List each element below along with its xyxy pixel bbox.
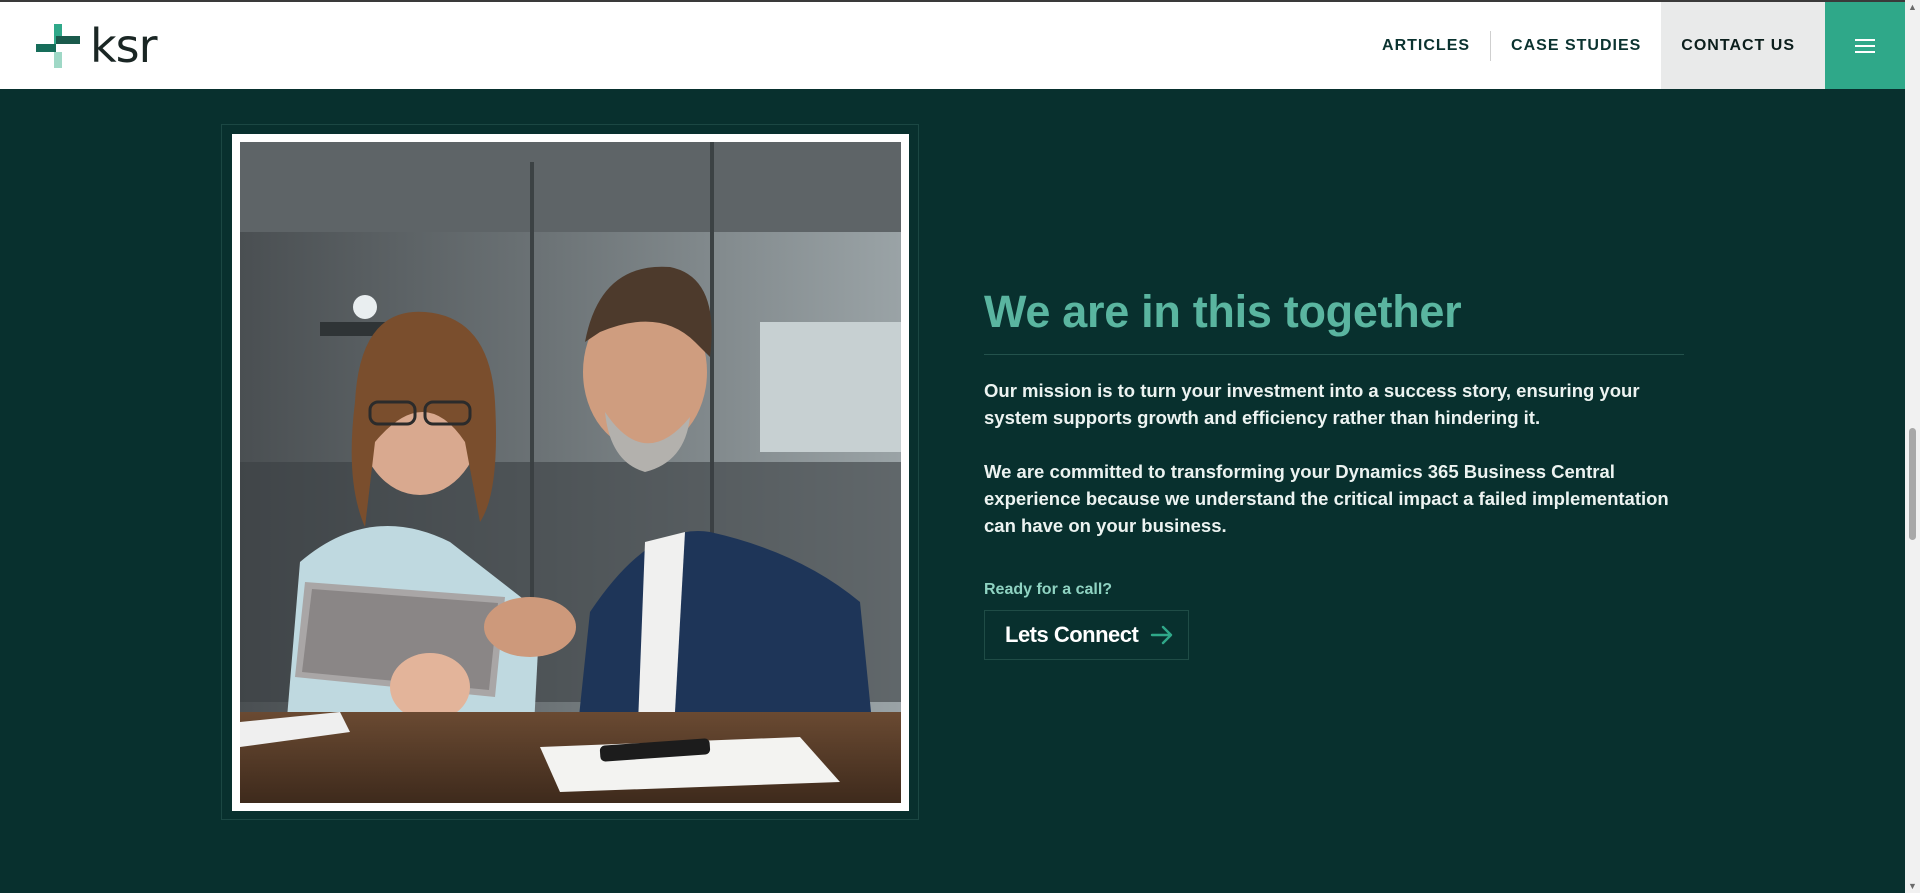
scroll-thumb[interactable] [1909, 428, 1916, 540]
commitment-paragraph: We are committed to transforming your Dy… [984, 461, 1669, 536]
page-scrollbar[interactable]: ▲ ▼ [1905, 0, 1920, 893]
menu-button[interactable] [1825, 2, 1905, 89]
scroll-down-arrow-icon[interactable]: ▼ [1908, 881, 1917, 891]
logo-text: ksr [90, 19, 158, 73]
logo-mark-icon [36, 24, 80, 68]
main-nav: ARTICLES CASE STUDIES CONTACT US [1362, 2, 1905, 89]
mission-paragraph: Our mission is to turn your investment i… [984, 380, 1640, 428]
office-photo-illustration [240, 142, 901, 803]
mission-section: We are in this together Our mission is t… [984, 280, 1684, 660]
cta-label: Ready for a call? [984, 581, 1113, 598]
scroll-up-arrow-icon[interactable]: ▲ [1908, 2, 1917, 12]
nav-contact-us[interactable]: CONTACT US [1661, 2, 1825, 89]
photo-frame [232, 134, 909, 811]
nav-case-studies[interactable]: CASE STUDIES [1491, 2, 1661, 89]
hamburger-menu-icon [1855, 38, 1875, 53]
section-headline: We are in this together [984, 280, 1684, 355]
arrow-right-icon [1151, 625, 1173, 645]
ksr-logo[interactable]: ksr [36, 19, 158, 73]
site-header: ksr ARTICLES CASE STUDIES CONTACT US [0, 0, 1905, 89]
lets-connect-button[interactable]: Lets Connect [984, 610, 1190, 660]
lets-connect-label: Lets Connect [1005, 622, 1139, 647]
office-photo [240, 142, 901, 803]
nav-articles[interactable]: ARTICLES [1362, 2, 1490, 89]
